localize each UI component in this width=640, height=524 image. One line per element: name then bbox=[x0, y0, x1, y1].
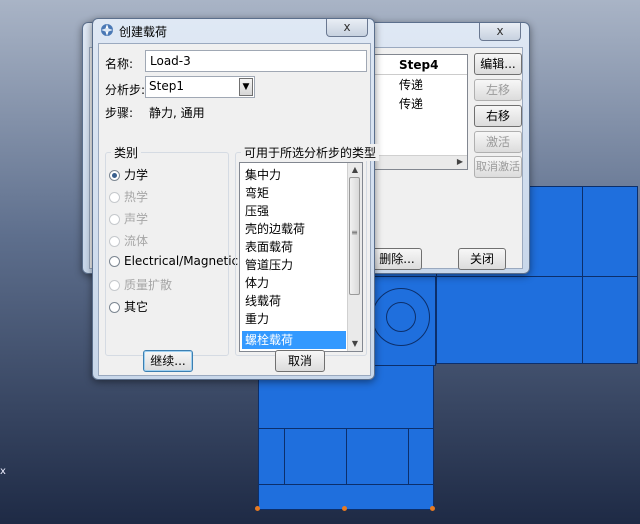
radio-icon bbox=[109, 256, 120, 267]
table-hscroll[interactable]: ▶ bbox=[375, 155, 467, 169]
scroll-right-icon[interactable]: ▶ bbox=[457, 157, 463, 166]
scroll-thumb[interactable]: ≡ bbox=[349, 177, 360, 295]
radio-icon bbox=[109, 214, 120, 225]
list-item[interactable]: 压强 bbox=[242, 202, 346, 220]
category-acoustic[interactable]: 声学 bbox=[109, 210, 148, 226]
list-item[interactable]: 壳的边载荷 bbox=[242, 220, 346, 238]
list-item[interactable]: 体力 bbox=[242, 274, 346, 292]
procedure-label: 步骤: bbox=[105, 106, 134, 120]
category-label: Electrical/Magnetic bbox=[124, 254, 239, 268]
table-divider bbox=[375, 74, 467, 75]
step-select-value: Step1 bbox=[149, 79, 184, 93]
radio-icon bbox=[109, 170, 120, 181]
deactivate-button[interactable]: 取消激活 bbox=[474, 156, 522, 178]
category-other[interactable]: 其它 bbox=[109, 298, 148, 314]
radio-icon bbox=[109, 302, 120, 313]
list-item[interactable]: 弯矩 bbox=[242, 184, 346, 202]
table-cell-propagate-2: 传递 bbox=[399, 97, 424, 111]
table-cell-propagate-1: 传递 bbox=[399, 78, 424, 92]
category-label: 热学 bbox=[124, 190, 149, 204]
types-list[interactable]: 集中力 弯矩 压强 壳的边载荷 表面载荷 管道压力 体力 线载荷 重力 螺栓载荷… bbox=[239, 162, 363, 352]
category-mass-diffusion[interactable]: 质量扩散 bbox=[109, 276, 172, 292]
radio-icon bbox=[109, 236, 120, 247]
scroll-down-icon[interactable]: ▼ bbox=[348, 337, 362, 351]
model-hole-inner bbox=[386, 302, 416, 332]
category-label: 其它 bbox=[124, 300, 149, 314]
category-label: 声学 bbox=[124, 212, 149, 226]
list-item[interactable]: 表面载荷 bbox=[242, 238, 346, 256]
model-edge bbox=[436, 276, 638, 277]
category-fluid[interactable]: 流体 bbox=[109, 232, 148, 248]
category-thermal[interactable]: 热学 bbox=[109, 188, 148, 204]
cancel-button[interactable]: 取消 bbox=[275, 350, 325, 372]
name-input[interactable]: Load-3 bbox=[145, 50, 367, 72]
category-label: 质量扩散 bbox=[124, 278, 173, 292]
model-edge bbox=[346, 428, 347, 484]
model-node bbox=[430, 506, 435, 511]
category-title: 类别 bbox=[111, 144, 142, 161]
scroll-up-icon[interactable]: ▲ bbox=[348, 163, 362, 177]
radio-icon bbox=[109, 280, 120, 291]
model-edge bbox=[284, 428, 285, 484]
list-item[interactable]: 线载荷 bbox=[242, 292, 346, 310]
list-item[interactable]: 集中力 bbox=[242, 166, 346, 184]
step-select[interactable]: Step1 ▼ bbox=[145, 76, 255, 98]
model-edge bbox=[408, 428, 409, 484]
name-label: 名称: bbox=[105, 57, 134, 71]
procedure-value: 静力, 通用 bbox=[149, 106, 205, 120]
category-electrical-magnetic[interactable]: Electrical/Magnetic bbox=[109, 254, 238, 270]
model-node bbox=[255, 506, 260, 511]
dialog-client: 名称: Load-3 分析步: Step1 ▼ 步骤: 静力, 通用 类别 力学… bbox=[98, 43, 380, 376]
continue-button[interactable]: 继续... bbox=[143, 350, 193, 372]
edit-button[interactable]: 编辑... bbox=[474, 53, 522, 75]
move-right-button[interactable]: 右移 bbox=[474, 105, 522, 127]
list-item-selected[interactable]: 螺栓载荷 bbox=[242, 331, 346, 349]
types-title: 可用于所选分析步的类型 bbox=[241, 144, 380, 161]
types-scrollbar[interactable]: ▲ ≡ ▼ bbox=[347, 163, 362, 351]
manager-table[interactable]: Step4 传递 传递 ▶ bbox=[374, 54, 468, 170]
chevron-down-icon[interactable]: ▼ bbox=[239, 78, 253, 96]
move-left-button[interactable]: 左移 bbox=[474, 79, 522, 101]
list-item[interactable]: 管道压力 bbox=[242, 256, 346, 274]
dialog-title: 创建载荷 bbox=[119, 25, 168, 39]
radio-icon bbox=[109, 192, 120, 203]
triad-label: x bbox=[0, 466, 6, 477]
table-header-step4: Step4 bbox=[399, 58, 439, 72]
category-label: 流体 bbox=[124, 234, 149, 248]
activate-button[interactable]: 激活 bbox=[474, 131, 522, 153]
list-item[interactable]: 重力 bbox=[242, 310, 346, 328]
category-label: 力学 bbox=[124, 168, 149, 182]
dialog-app-icon bbox=[100, 23, 114, 37]
model-edge bbox=[258, 484, 434, 485]
step-label: 分析步: bbox=[105, 83, 146, 97]
manager-close-icon[interactable]: x bbox=[479, 23, 521, 41]
create-load-dialog: 创建载荷 x 名称: Load-3 分析步: Step1 ▼ 步骤: 静力, 通… bbox=[92, 18, 380, 380]
dialog-close-icon[interactable]: x bbox=[326, 19, 368, 37]
delete-button[interactable]: 删除... bbox=[372, 248, 422, 270]
model-node bbox=[342, 506, 347, 511]
model-edge bbox=[582, 186, 583, 364]
close-button[interactable]: 关闭 bbox=[458, 248, 506, 270]
category-mechanical[interactable]: 力学 bbox=[109, 166, 148, 182]
